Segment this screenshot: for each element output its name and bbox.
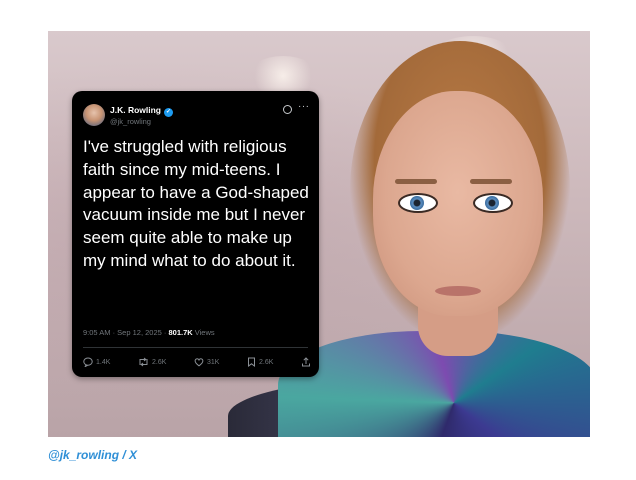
like-count: 31K [206, 358, 220, 366]
image-credit-link[interactable]: @jk_rowling / X [48, 448, 137, 462]
left-eye [398, 193, 438, 213]
grok-icon[interactable] [283, 105, 292, 114]
bookmark-button[interactable]: 2.6K [247, 357, 273, 367]
repost-button[interactable]: 2.6K [138, 357, 166, 367]
views-count: 801.7K [168, 328, 193, 337]
repost-icon [139, 357, 148, 367]
share-button[interactable] [301, 357, 311, 367]
views-label: Views [192, 328, 215, 337]
right-eyebrow [470, 179, 512, 184]
right-eye [473, 193, 513, 213]
verified-badge-icon: ✓ [164, 108, 173, 117]
tweet-actions: 1.4K 2.6K 31K 2.6K [83, 357, 311, 367]
left-eyebrow [395, 179, 437, 184]
iris [485, 196, 499, 210]
tweet-text: I've struggled with religious faith sinc… [83, 137, 309, 270]
author-handle[interactable]: @jk_rowling [110, 117, 151, 126]
reply-count: 1.4K [96, 358, 111, 366]
repost-count: 2.6K [151, 358, 167, 366]
tweet-meta: 9:05 AM · Sep 12, 2025 · 801.7K Views [83, 328, 215, 337]
timestamp[interactable]: 9:05 AM · Sep 12, 2025 · [83, 328, 168, 337]
like-icon [194, 358, 204, 367]
share-icon [302, 357, 310, 367]
divider [83, 347, 308, 348]
like-button[interactable]: 31K [194, 357, 219, 367]
avatar[interactable] [83, 104, 105, 126]
mouth [435, 286, 481, 296]
bookmark-icon [248, 357, 256, 367]
iris [410, 196, 424, 210]
bookmark-count: 2.6K [259, 358, 274, 366]
author-name[interactable]: J.K. Rowling ✓ [110, 105, 173, 117]
author-name-text[interactable]: J.K. Rowling [110, 105, 161, 115]
more-icon[interactable]: ··· [298, 101, 310, 112]
reply-icon [83, 357, 93, 367]
reply-button[interactable]: 1.4K [83, 357, 110, 367]
tweet-card[interactable]: J.K. Rowling ✓ @jk_rowling ··· I've strug… [72, 91, 319, 377]
